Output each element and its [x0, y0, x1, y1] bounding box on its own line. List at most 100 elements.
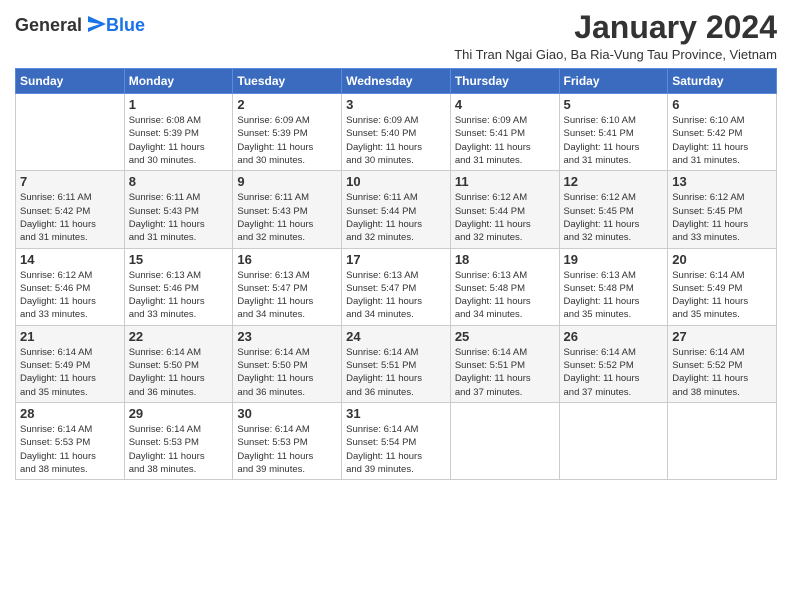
day-number: 10	[346, 174, 446, 189]
table-row: 26 Sunrise: 6:14 AM Sunset: 5:52 PM Dayli…	[559, 325, 668, 402]
day-number: 30	[237, 406, 337, 421]
table-row: 25Sunrise: 6:14 AM Sunset: 5:51 PM Dayli…	[450, 325, 559, 402]
day-info: Sunrise: 6:14 AM Sunset: 5:51 PM Dayligh…	[346, 346, 446, 399]
day-number: 23	[237, 329, 337, 344]
day-number: 22	[129, 329, 229, 344]
table-row: 27 Sunrise: 6:14 AM Sunset: 5:52 PM Dayli…	[668, 325, 777, 402]
table-row: 31 Sunrise: 6:14 AM Sunset: 5:54 PM Dayli…	[342, 402, 451, 479]
subtitle: Thi Tran Ngai Giao, Ba Ria-Vung Tau Prov…	[454, 47, 777, 62]
day-info: Sunrise: 6:14 AM Sunset: 5:53 PM Dayligh…	[237, 423, 337, 476]
day-info: Sunrise: 6:14 AM Sunset: 5:50 PM Dayligh…	[129, 346, 229, 399]
col-wednesday: Wednesday	[342, 69, 451, 94]
table-row: 15 Sunrise: 6:13 AM Sunset: 5:46 PM Dayli…	[124, 248, 233, 325]
day-number: 26	[564, 329, 664, 344]
day-info: Sunrise: 6:13 AM Sunset: 5:48 PM Dayligh…	[455, 269, 555, 322]
day-info: Sunrise: 6:11 AM Sunset: 5:42 PM Dayligh…	[20, 191, 120, 244]
day-number: 20	[672, 252, 772, 267]
page-header: General Blue January 2024 Thi Tran Ngai …	[15, 10, 777, 62]
table-row: 2Sunrise: 6:09 AM Sunset: 5:39 PM Daylig…	[233, 94, 342, 171]
header-row: Sunday Monday Tuesday Wednesday Thursday…	[16, 69, 777, 94]
col-tuesday: Tuesday	[233, 69, 342, 94]
logo-icon	[84, 14, 106, 36]
table-row: 5Sunrise: 6:10 AM Sunset: 5:41 PM Daylig…	[559, 94, 668, 171]
day-info: Sunrise: 6:09 AM Sunset: 5:40 PM Dayligh…	[346, 114, 446, 167]
logo: General Blue	[15, 14, 145, 36]
day-number: 15	[129, 252, 229, 267]
table-row: 9Sunrise: 6:11 AM Sunset: 5:43 PM Daylig…	[233, 171, 342, 248]
day-info: Sunrise: 6:12 AM Sunset: 5:45 PM Dayligh…	[564, 191, 664, 244]
table-row: 22 Sunrise: 6:14 AM Sunset: 5:50 PM Dayli…	[124, 325, 233, 402]
table-row: 6Sunrise: 6:10 AM Sunset: 5:42 PM Daylig…	[668, 94, 777, 171]
day-number: 21	[20, 329, 120, 344]
day-number: 13	[672, 174, 772, 189]
day-number: 18	[455, 252, 555, 267]
calendar-week-3: 14 Sunrise: 6:12 AM Sunset: 5:46 PM Dayli…	[16, 248, 777, 325]
day-number: 14	[20, 252, 120, 267]
day-number: 12	[564, 174, 664, 189]
table-row	[450, 402, 559, 479]
col-friday: Friday	[559, 69, 668, 94]
day-number: 1	[129, 97, 229, 112]
day-number: 6	[672, 97, 772, 112]
table-row: 3 Sunrise: 6:09 AM Sunset: 5:40 PM Daylig…	[342, 94, 451, 171]
day-number: 16	[237, 252, 337, 267]
calendar-header: Sunday Monday Tuesday Wednesday Thursday…	[16, 69, 777, 94]
day-number: 19	[564, 252, 664, 267]
day-info: Sunrise: 6:11 AM Sunset: 5:43 PM Dayligh…	[129, 191, 229, 244]
day-info: Sunrise: 6:14 AM Sunset: 5:53 PM Dayligh…	[20, 423, 120, 476]
table-row: 24 Sunrise: 6:14 AM Sunset: 5:51 PM Dayli…	[342, 325, 451, 402]
col-monday: Monday	[124, 69, 233, 94]
day-info: Sunrise: 6:14 AM Sunset: 5:54 PM Dayligh…	[346, 423, 446, 476]
day-number: 7	[20, 174, 120, 189]
day-number: 29	[129, 406, 229, 421]
day-number: 28	[20, 406, 120, 421]
day-info: Sunrise: 6:14 AM Sunset: 5:51 PM Dayligh…	[455, 346, 555, 399]
day-number: 3	[346, 97, 446, 112]
day-info: Sunrise: 6:13 AM Sunset: 5:48 PM Dayligh…	[564, 269, 664, 322]
day-info: Sunrise: 6:08 AM Sunset: 5:39 PM Dayligh…	[129, 114, 229, 167]
day-number: 8	[129, 174, 229, 189]
table-row: 19 Sunrise: 6:13 AM Sunset: 5:48 PM Dayli…	[559, 248, 668, 325]
day-info: Sunrise: 6:09 AM Sunset: 5:41 PM Dayligh…	[455, 114, 555, 167]
calendar-table: Sunday Monday Tuesday Wednesday Thursday…	[15, 68, 777, 480]
table-row: 29Sunrise: 6:14 AM Sunset: 5:53 PM Dayli…	[124, 402, 233, 479]
table-row: 17Sunrise: 6:13 AM Sunset: 5:47 PM Dayli…	[342, 248, 451, 325]
calendar-week-4: 21 Sunrise: 6:14 AM Sunset: 5:49 PM Dayli…	[16, 325, 777, 402]
day-number: 31	[346, 406, 446, 421]
day-info: Sunrise: 6:13 AM Sunset: 5:46 PM Dayligh…	[129, 269, 229, 322]
table-row: 11Sunrise: 6:12 AM Sunset: 5:44 PM Dayli…	[450, 171, 559, 248]
table-row: 12 Sunrise: 6:12 AM Sunset: 5:45 PM Dayli…	[559, 171, 668, 248]
day-info: Sunrise: 6:14 AM Sunset: 5:52 PM Dayligh…	[564, 346, 664, 399]
day-number: 17	[346, 252, 446, 267]
day-info: Sunrise: 6:10 AM Sunset: 5:41 PM Dayligh…	[564, 114, 664, 167]
day-number: 27	[672, 329, 772, 344]
table-row	[16, 94, 125, 171]
day-info: Sunrise: 6:12 AM Sunset: 5:44 PM Dayligh…	[455, 191, 555, 244]
table-row: 14 Sunrise: 6:12 AM Sunset: 5:46 PM Dayli…	[16, 248, 125, 325]
table-row: 13 Sunrise: 6:12 AM Sunset: 5:45 PM Dayli…	[668, 171, 777, 248]
table-row: 28 Sunrise: 6:14 AM Sunset: 5:53 PM Dayli…	[16, 402, 125, 479]
col-saturday: Saturday	[668, 69, 777, 94]
col-sunday: Sunday	[16, 69, 125, 94]
table-row: 21 Sunrise: 6:14 AM Sunset: 5:49 PM Dayli…	[16, 325, 125, 402]
day-number: 24	[346, 329, 446, 344]
table-row: 4 Sunrise: 6:09 AM Sunset: 5:41 PM Daylig…	[450, 94, 559, 171]
day-info: Sunrise: 6:12 AM Sunset: 5:45 PM Dayligh…	[672, 191, 772, 244]
day-info: Sunrise: 6:14 AM Sunset: 5:49 PM Dayligh…	[20, 346, 120, 399]
day-info: Sunrise: 6:11 AM Sunset: 5:44 PM Dayligh…	[346, 191, 446, 244]
day-info: Sunrise: 6:12 AM Sunset: 5:46 PM Dayligh…	[20, 269, 120, 322]
calendar-body: 1 Sunrise: 6:08 AM Sunset: 5:39 PM Daylig…	[16, 94, 777, 480]
table-row	[559, 402, 668, 479]
day-info: Sunrise: 6:14 AM Sunset: 5:52 PM Dayligh…	[672, 346, 772, 399]
day-info: Sunrise: 6:13 AM Sunset: 5:47 PM Dayligh…	[237, 269, 337, 322]
col-thursday: Thursday	[450, 69, 559, 94]
logo-general: General	[15, 15, 82, 36]
calendar-week-5: 28 Sunrise: 6:14 AM Sunset: 5:53 PM Dayli…	[16, 402, 777, 479]
table-row: 10 Sunrise: 6:11 AM Sunset: 5:44 PM Dayli…	[342, 171, 451, 248]
table-row: 7 Sunrise: 6:11 AM Sunset: 5:42 PM Daylig…	[16, 171, 125, 248]
day-number: 9	[237, 174, 337, 189]
month-title: January 2024	[454, 10, 777, 45]
table-row: 30 Sunrise: 6:14 AM Sunset: 5:53 PM Dayli…	[233, 402, 342, 479]
day-number: 4	[455, 97, 555, 112]
table-row: 1 Sunrise: 6:08 AM Sunset: 5:39 PM Daylig…	[124, 94, 233, 171]
